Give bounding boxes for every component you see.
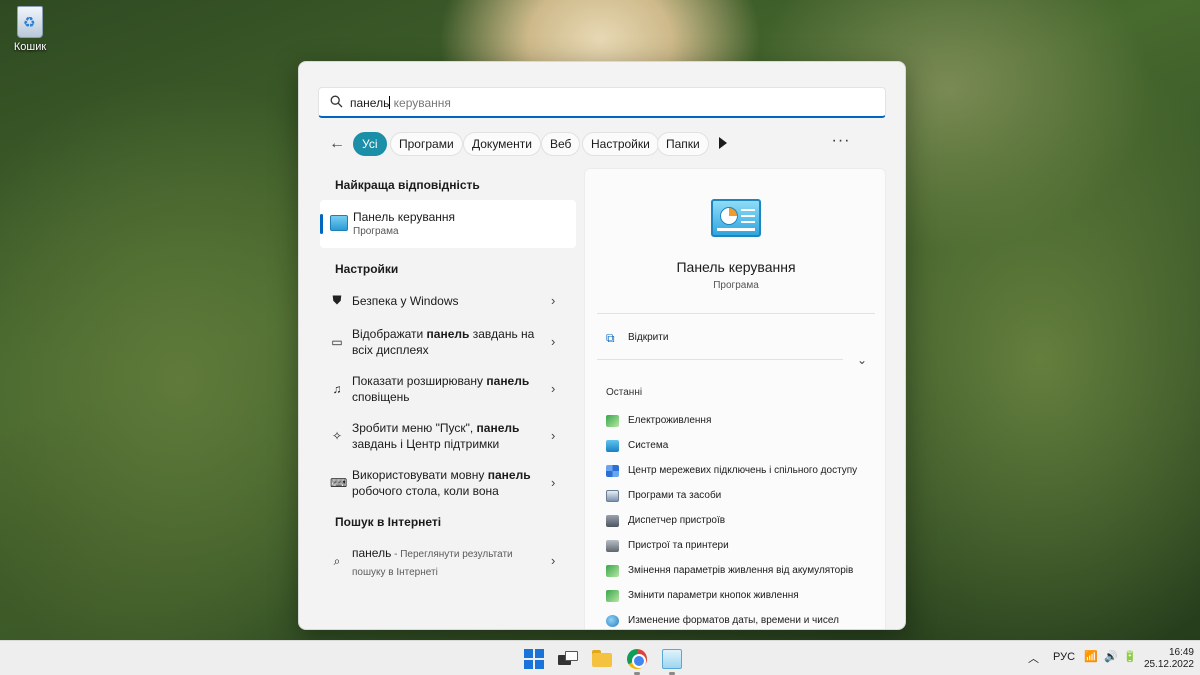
programs-features-icon: [606, 490, 619, 502]
recent-item[interactable]: Змінення параметрів живлення від акумуля…: [606, 564, 876, 580]
start-button-windows-icon[interactable]: [524, 649, 544, 669]
back-arrow-icon[interactable]: ←: [327, 134, 347, 154]
recycle-bin-shortcut[interactable]: Кошик: [8, 6, 52, 53]
region-format-icon: [606, 615, 619, 627]
filter-web[interactable]: Веб: [541, 132, 581, 156]
search-autocomplete: керування: [390, 96, 451, 110]
keyboard-icon: ⌨: [330, 476, 348, 490]
system-icon: [606, 440, 619, 452]
chevron-right-icon: ›: [551, 428, 556, 443]
task-view-icon[interactable]: [558, 649, 578, 669]
filter-apps[interactable]: Програми: [390, 132, 463, 156]
filter-folders[interactable]: Папки: [657, 132, 709, 156]
recent-heading: Останні: [606, 387, 643, 398]
search-input[interactable]: панель керування: [318, 87, 886, 118]
chevron-right-icon: ›: [551, 475, 556, 490]
settings-item-start-menu-taskbar[interactable]: ✧ Зробити меню "Пуск", панель завдань і …: [319, 420, 577, 454]
shield-icon: ⛊: [332, 293, 342, 307]
open-external-icon: ⧉: [606, 331, 615, 345]
selection-indicator: [320, 214, 323, 234]
network-center-icon: [606, 465, 619, 477]
wifi-icon[interactable]: 📶: [1084, 650, 1098, 663]
chevron-right-icon: ›: [551, 293, 556, 308]
chrome-icon[interactable]: [627, 649, 647, 669]
chevron-right-icon: ›: [551, 334, 556, 349]
best-match-name: Панель керування: [353, 210, 456, 224]
file-explorer-icon[interactable]: [592, 649, 612, 669]
control-panel-large-icon: [711, 199, 761, 237]
recycle-bin-icon: [17, 6, 43, 38]
bell-icon: ♫: [332, 382, 342, 396]
search-icon: [330, 95, 343, 108]
best-match-heading: Найкраща відповідність: [335, 178, 480, 192]
preview-pane: Панель керування Програма ⧉ Відкрити ⌄ О…: [584, 168, 886, 629]
web-search-heading: Пошук в Інтернеті: [335, 515, 442, 529]
search-icon: ⌕: [333, 554, 341, 568]
settings-heading: Настройки: [335, 262, 399, 276]
recent-item[interactable]: Система: [606, 439, 876, 455]
chevron-right-icon: ›: [551, 381, 556, 396]
settings-item-taskbar-all-displays[interactable]: ▭ Відображати панель завдань на всіх дис…: [319, 326, 577, 360]
recent-item[interactable]: Изменение форматов даты, времени и чисел: [606, 614, 876, 629]
search-query: панель керування: [350, 96, 451, 110]
taskbar: ︿ РУС 📶 🔊 🔋 16:49 25.12.2022: [0, 640, 1200, 675]
sparkle-icon: ✧: [331, 429, 343, 443]
devices-printers-icon: [606, 540, 619, 552]
recent-item[interactable]: Пристрої та принтери: [606, 539, 876, 555]
volume-icon[interactable]: 🔊: [1104, 650, 1118, 663]
control-panel-icon: [330, 215, 348, 231]
clock[interactable]: 16:49 25.12.2022: [1142, 647, 1194, 671]
battery-icon[interactable]: 🔋: [1123, 650, 1137, 663]
chevron-right-icon: ›: [551, 553, 556, 568]
taskbar-icon: ▭: [331, 335, 343, 349]
filter-settings[interactable]: Настройки: [582, 132, 659, 156]
power-buttons-icon: [606, 590, 619, 602]
chevron-up-icon[interactable]: ︿: [1028, 650, 1039, 666]
best-match-type: Програма: [353, 226, 399, 237]
start-search-panel: панель керування ← Усі Програми Документ…: [298, 61, 906, 630]
recycle-bin-label: Кошик: [13, 41, 47, 53]
chevron-down-icon[interactable]: ⌄: [857, 353, 867, 367]
more-filters-arrow-icon[interactable]: [719, 137, 727, 149]
filter-documents[interactable]: Документи: [463, 132, 541, 156]
filter-all[interactable]: Усі: [353, 132, 387, 156]
power-options-icon: [606, 415, 619, 427]
preview-app-name: Панель керування: [676, 259, 796, 275]
input-language[interactable]: РУС: [1053, 651, 1075, 663]
settings-item-language-bar[interactable]: ⌨ Використовувати мовну панель робочого …: [319, 467, 577, 501]
filter-bar: ← Усі Програми Документи Веб Настройки П…: [321, 132, 885, 156]
date: 25.12.2022: [1143, 659, 1194, 670]
recent-item[interactable]: Центр мережевих підключень і спільного д…: [606, 464, 876, 480]
control-panel-taskbar-icon[interactable]: [662, 649, 682, 669]
web-search-item[interactable]: ⌕ панель - Переглянути результати пошуку…: [319, 545, 577, 579]
recent-item[interactable]: Програми та засоби: [606, 489, 876, 505]
device-manager-icon: [606, 515, 619, 527]
more-options-icon[interactable]: ···: [829, 132, 853, 156]
time: 16:49: [1168, 647, 1194, 658]
divider: [597, 313, 875, 314]
divider: [597, 359, 843, 360]
battery-power-icon: [606, 565, 619, 577]
settings-item-windows-security[interactable]: ⛊ Безпека у Windows ›: [319, 292, 577, 314]
recent-item[interactable]: Диспетчер пристроїв: [606, 514, 876, 530]
preview-app-type: Програма: [713, 280, 759, 291]
recent-item[interactable]: Електроживлення: [606, 414, 876, 430]
recent-item[interactable]: Змінити параметри кнопок живлення: [606, 589, 876, 605]
best-match-item[interactable]: Панель керування Програма: [320, 200, 576, 248]
settings-item-notification-panel[interactable]: ♫ Показати розширювану панель сповіщень …: [319, 373, 577, 407]
